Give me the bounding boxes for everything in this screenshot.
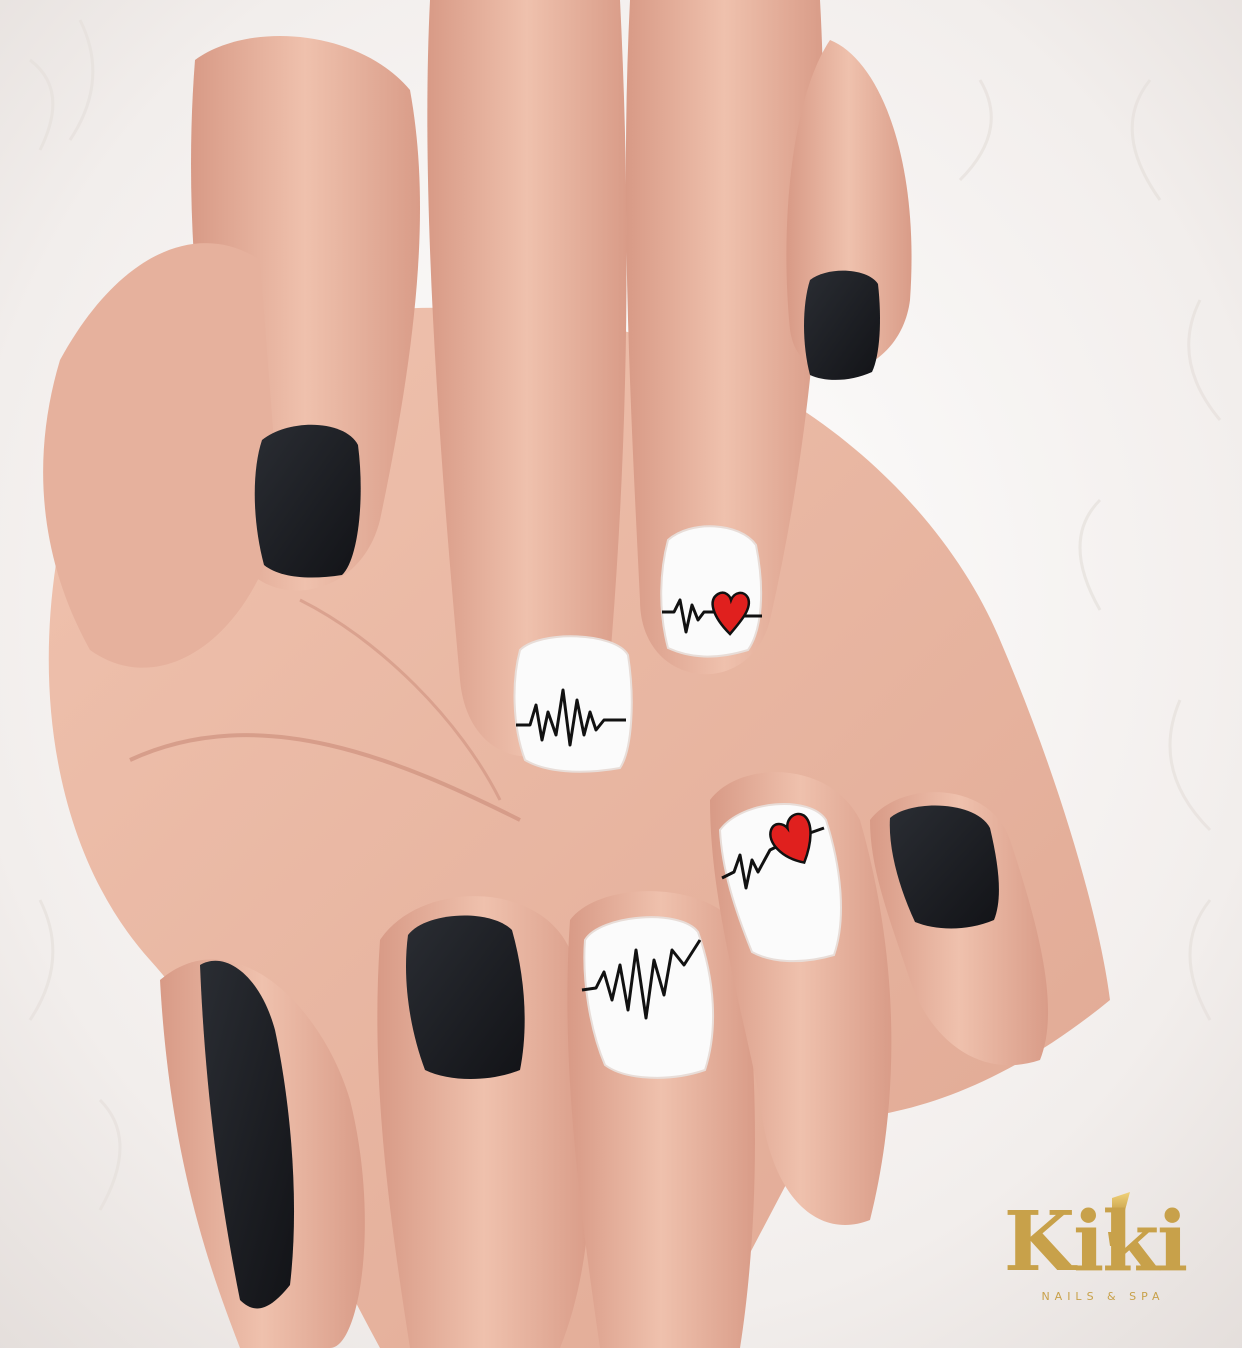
nail-art-photo xyxy=(0,0,1242,1348)
nail-black-lower-index xyxy=(405,915,525,1079)
nail-white-heartbeat-heart-upper-ring xyxy=(660,525,763,658)
nail-white-heartbeat-upper-middle xyxy=(513,635,633,773)
nail-black-upper-index xyxy=(254,424,361,578)
nail-white-heartbeat-lower-middle xyxy=(581,916,715,1079)
logo-brand: Kiki xyxy=(1003,1194,1188,1290)
logo-tagline: NAILS & SPA xyxy=(1041,1290,1165,1303)
nail-black-upper-pinky xyxy=(804,270,880,380)
kiki-watermark-logo: Kiki NAILS & SPA xyxy=(1000,1190,1190,1330)
